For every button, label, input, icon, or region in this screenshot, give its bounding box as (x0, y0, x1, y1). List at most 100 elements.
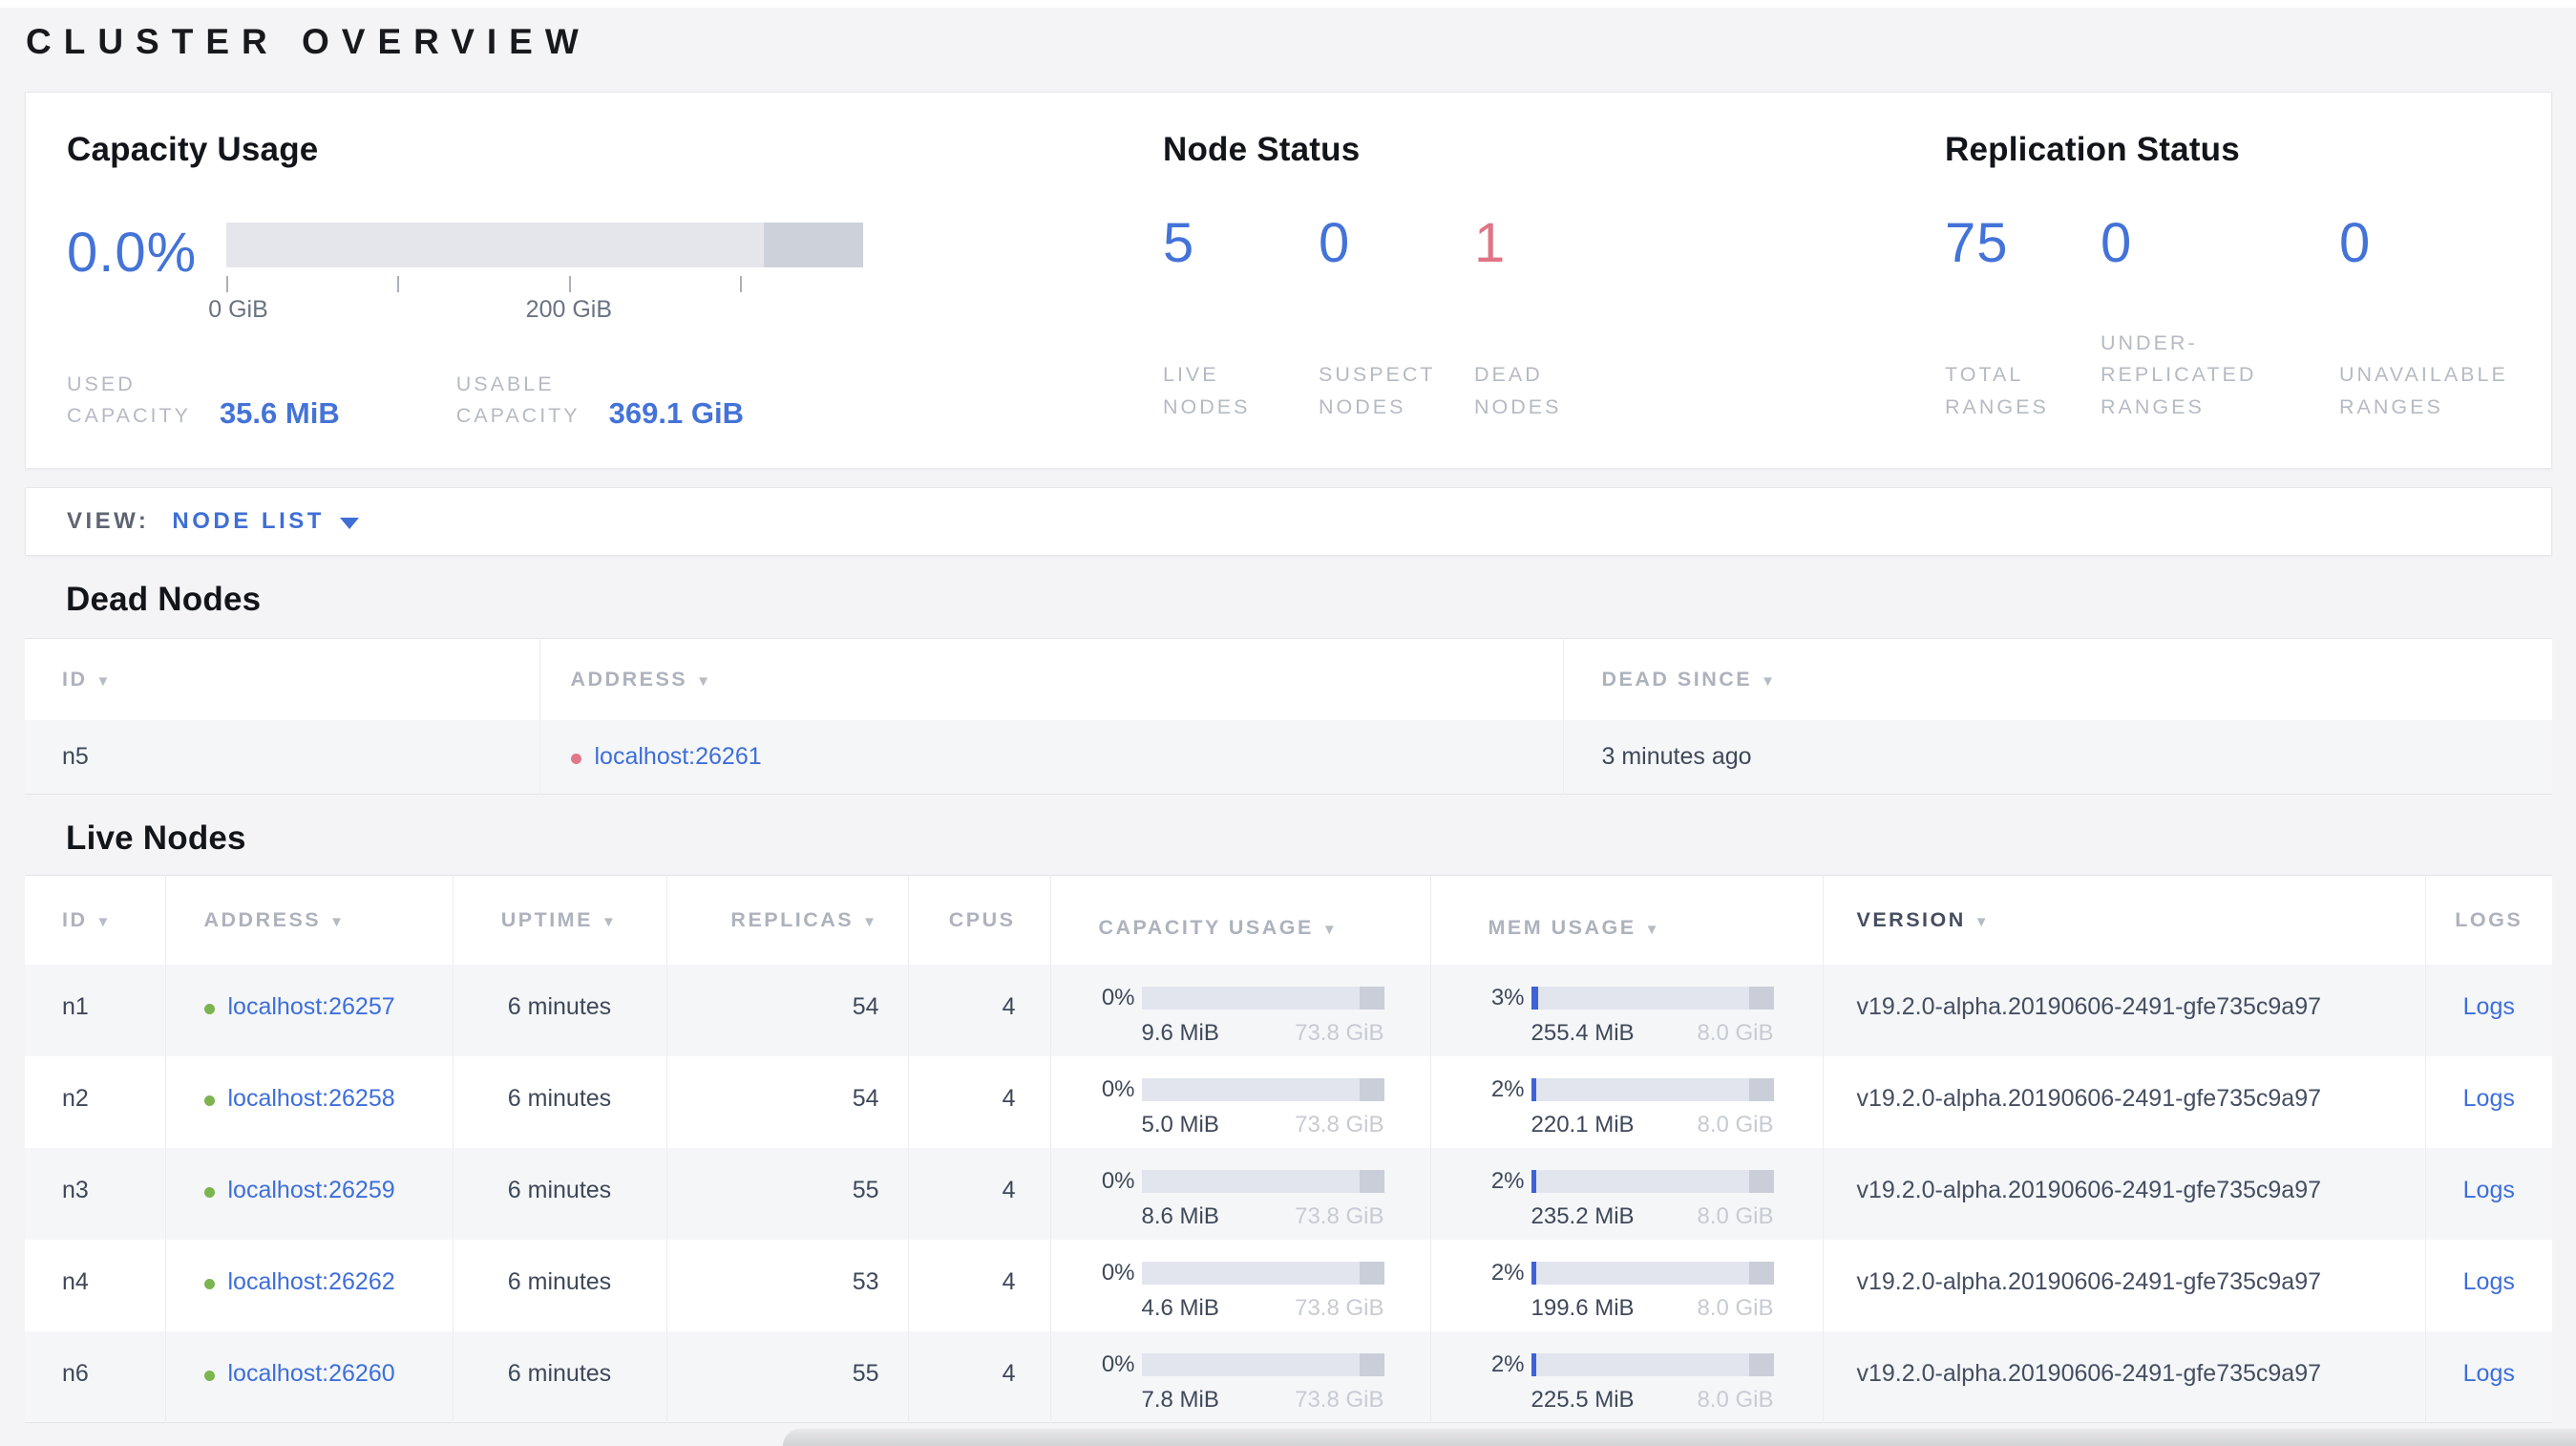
node-uptime: 6 minutes (452, 1239, 666, 1331)
capacity-percent: 0% (1101, 1167, 1135, 1194)
mem-percent: 2% (1490, 1075, 1525, 1102)
cluster-overview-page: CLUSTER OVERVIEW Capacity Usage 0.0% 0 G… (0, 0, 2576, 1446)
live-col-version[interactable]: VERSION ▼ (1822, 875, 2425, 965)
bottom-shadow (783, 1429, 2576, 1446)
mem-total-value: 8.0 GiB (1697, 1294, 1774, 1321)
dead-col-address[interactable]: ADDRESS ▼ (538, 638, 1563, 720)
view-dropdown[interactable]: NODE LIST (172, 508, 359, 535)
mem-percent: 2% (1490, 1259, 1525, 1286)
node-address-cell: localhost:26260 (164, 1330, 453, 1423)
capacity-usage-chart: 0 GiB 200 GiB (208, 221, 863, 327)
live-status-icon (203, 1186, 215, 1198)
live-col-address[interactable]: ADDRESS ▼ (164, 875, 453, 965)
capacity-bar-reserved-segment (763, 223, 863, 267)
live-col-uptime[interactable]: UPTIME ▼ (452, 875, 666, 965)
node-replicas: 55 (665, 1330, 908, 1423)
live-status-icon (203, 1370, 215, 1381)
node-address-link[interactable]: localhost:26259 (228, 1177, 395, 1203)
live-nodes-count: 5 (1163, 212, 1195, 274)
suspect-nodes-stat: 0 SUSPECT NODES (1319, 211, 1474, 423)
node-id: n5 (62, 742, 89, 770)
node-address-cell: localhost:26258 (164, 1055, 453, 1148)
node-mem-usage: 2% 225.5 MiB 8.0 GiB (1429, 1330, 1823, 1423)
node-uptime: 6 minutes (452, 1147, 666, 1240)
capacity-percent: 0% (1101, 1259, 1135, 1286)
live-col-id[interactable]: ID ▼ (25, 876, 165, 965)
mem-total-value: 8.0 GiB (1697, 1202, 1774, 1229)
total-ranges-count: 75 (1945, 212, 2009, 274)
usable-capacity-stat: USABLE CAPACITY 369.1 GiB (456, 369, 744, 433)
node-capacity-usage: 0% 7.8 MiB 73.8 GiB (1049, 1330, 1430, 1423)
live-node-row: n2 localhost:26258 6 minutes 54 4 0% 5.0… (25, 1055, 2552, 1148)
live-col-capacity-usage[interactable]: CAPACITY USAGE ▼ (1049, 875, 1430, 965)
node-status-heading: Node Status (1163, 131, 1361, 168)
node-version: v19.2.0-alpha.20190606-2491-gfe735c9a97 (1822, 1239, 2425, 1331)
node-uptime: 6 minutes (452, 1330, 666, 1423)
node-uptime: 6 minutes (452, 964, 666, 1056)
sort-desc-icon: ▼ (696, 672, 713, 690)
node-mem-usage: 2% 235.2 MiB 8.0 GiB (1429, 1147, 1823, 1240)
node-cpus: 4 (907, 1055, 1050, 1148)
node-cpus: 4 (907, 964, 1050, 1056)
node-address-cell: localhost:26262 (164, 1239, 453, 1331)
used-capacity-stat: USED CAPACITY 35.6 MiB (67, 369, 340, 433)
live-nodes-stat: 5 LIVE NODES (1163, 211, 1319, 423)
node-logs-cell: Logs (2424, 964, 2552, 1056)
capacity-total-value: 73.8 GiB (1295, 1019, 1384, 1046)
top-strip (0, 0, 2576, 8)
dead-nodes-label: DEAD NODES (1474, 363, 1562, 418)
node-logs-cell: Logs (2424, 1055, 2552, 1148)
dead-status-icon (570, 753, 581, 764)
total-ranges-label: TOTAL RANGES (1945, 363, 2049, 418)
capacity-bar (1141, 1352, 1384, 1376)
node-id: n4 (62, 1267, 89, 1295)
mem-total-value: 8.0 GiB (1697, 1019, 1774, 1046)
node-address-link[interactable]: localhost:26258 (228, 1085, 395, 1112)
dead-nodes-count: 1 (1474, 212, 1507, 274)
chevron-down-icon (339, 517, 359, 529)
logs-link[interactable]: Logs (2463, 1360, 2515, 1387)
axis-label-start: 0 GiB (208, 296, 268, 323)
node-capacity-usage: 0% 5.0 MiB 73.8 GiB (1049, 1055, 1430, 1148)
mem-used-value: 220.1 MiB (1531, 1111, 1635, 1138)
logs-link[interactable]: Logs (2463, 993, 2515, 1020)
capacity-total-value: 73.8 GiB (1295, 1111, 1384, 1138)
mem-used-value: 199.6 MiB (1531, 1294, 1635, 1321)
sort-desc-icon: ▼ (1761, 672, 1778, 690)
capacity-bar (1141, 1077, 1384, 1101)
live-col-mem-usage[interactable]: MEM USAGE ▼ (1429, 875, 1823, 965)
suspect-nodes-count: 0 (1319, 212, 1351, 274)
node-version: v19.2.0-alpha.20190606-2491-gfe735c9a97 (1822, 1055, 2425, 1148)
live-col-replicas[interactable]: REPLICAS ▼ (665, 875, 908, 965)
capacity-usage-section: Capacity Usage 0.0% 0 GiB 200 GiB USED C… (67, 131, 1163, 439)
node-status-section: Node Status 5 LIVE NODES 0 SUSPECT NODES… (1163, 131, 1945, 439)
dead-col-dead-since[interactable]: DEAD SINCE ▼ (1562, 638, 2552, 720)
node-replicas: 53 (665, 1239, 908, 1331)
logs-link[interactable]: Logs (2463, 1085, 2515, 1112)
dead-nodes-heading: Dead Nodes (66, 581, 262, 618)
capacity-axis-ticks (226, 273, 863, 296)
mem-bar (1531, 1077, 1774, 1101)
capacity-bar (1141, 986, 1384, 1010)
dead-col-id[interactable]: ID ▼ (25, 639, 539, 720)
logs-link[interactable]: Logs (2463, 1268, 2515, 1295)
node-logs-cell: Logs (2424, 1147, 2552, 1240)
mem-percent: 3% (1490, 984, 1525, 1010)
node-id: n6 (62, 1359, 89, 1387)
node-capacity-usage: 0% 9.6 MiB 73.8 GiB (1049, 964, 1430, 1056)
capacity-bar (1141, 1261, 1384, 1285)
used-capacity-label: USED CAPACITY (67, 372, 191, 428)
node-address-link[interactable]: localhost:26262 (228, 1268, 395, 1295)
node-cpus: 4 (907, 1239, 1050, 1331)
logs-link[interactable]: Logs (2463, 1177, 2515, 1203)
node-cpus: 4 (907, 1330, 1050, 1423)
capacity-used-percent: 0.0% (67, 222, 198, 284)
node-address-link[interactable]: localhost:26261 (595, 743, 762, 770)
mem-bar (1531, 1352, 1774, 1376)
node-address-link[interactable]: localhost:26260 (228, 1360, 395, 1387)
node-address-link[interactable]: localhost:26257 (228, 993, 395, 1020)
live-node-row: n4 localhost:26262 6 minutes 53 4 0% 4.6… (25, 1239, 2552, 1331)
view-selector-bar: VIEW: NODE LIST (25, 487, 2552, 556)
view-label: VIEW: (67, 508, 150, 534)
node-version: v19.2.0-alpha.20190606-2491-gfe735c9a97 (1822, 964, 2425, 1056)
